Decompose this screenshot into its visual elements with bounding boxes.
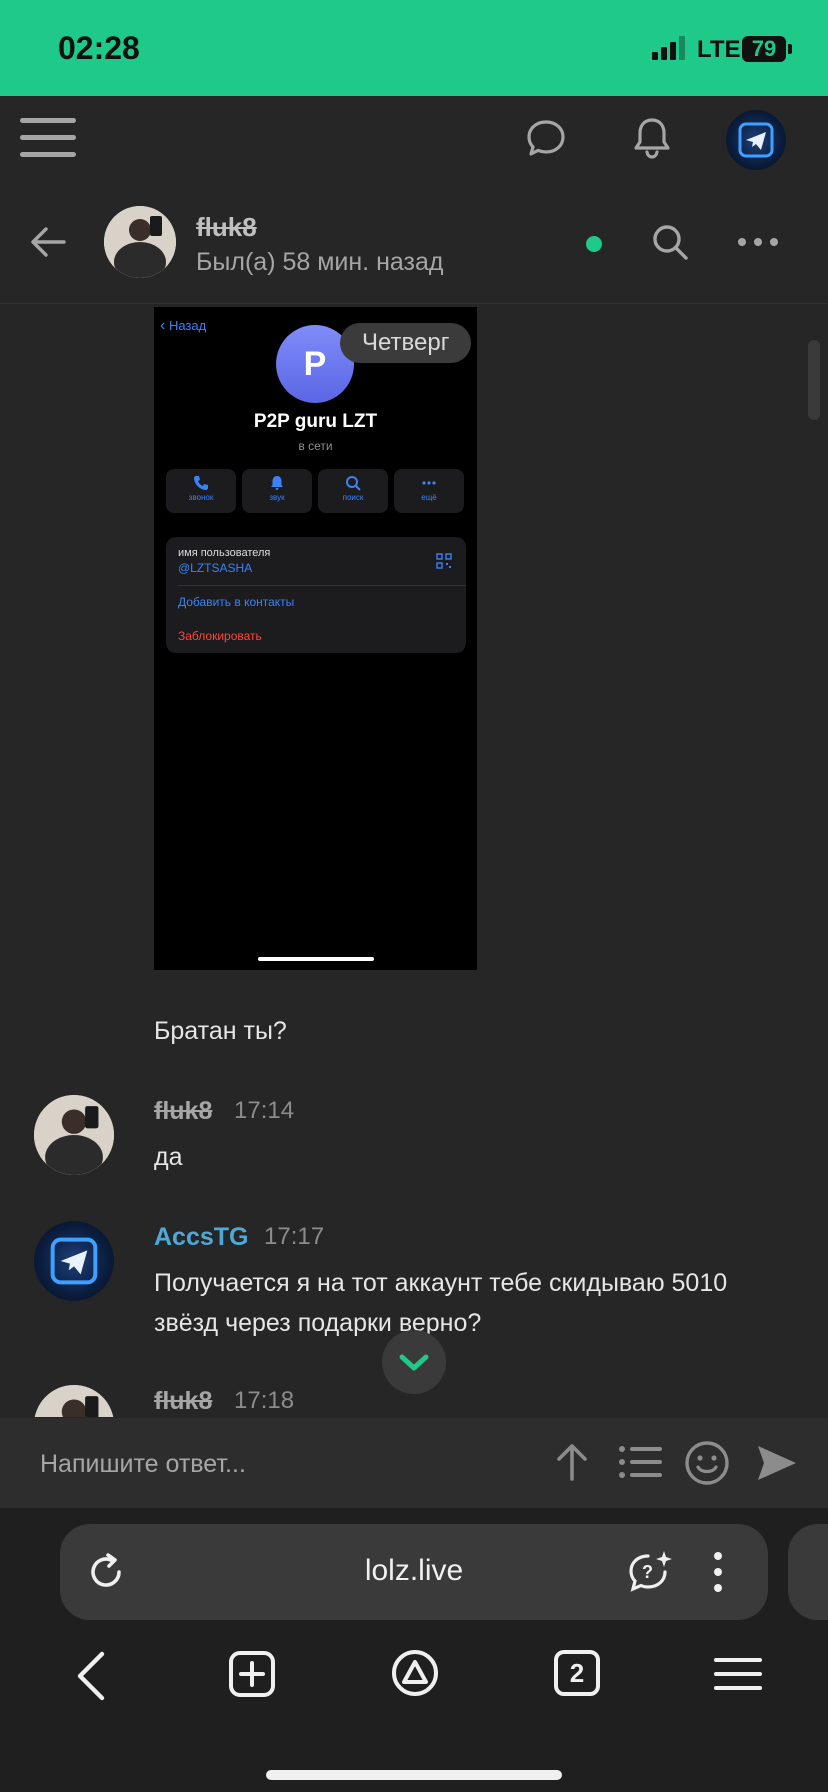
search-icon[interactable] — [650, 222, 690, 262]
peer-name[interactable]: fluk8 — [196, 212, 257, 243]
more-vertical-icon[interactable] — [710, 1550, 726, 1594]
shot-search-button: поиск — [318, 469, 388, 513]
online-indicator — [586, 236, 602, 252]
telegram-logo-icon — [50, 1237, 98, 1285]
phone-icon — [194, 476, 208, 490]
telegram-logo-icon — [738, 122, 774, 158]
signal-icon — [652, 36, 685, 60]
message-time: 17:18 — [234, 1387, 295, 1414]
reply-input[interactable] — [40, 1444, 510, 1484]
message-text: Братан ты? — [154, 1017, 287, 1045]
network-type: LTE — [697, 36, 741, 63]
message-time: 17:17 — [264, 1223, 325, 1250]
list-icon[interactable] — [618, 1444, 662, 1480]
message-author[interactable]: fluk8 — [154, 1097, 212, 1126]
search-icon — [346, 476, 361, 491]
scrollbar[interactable] — [808, 340, 820, 420]
shot-username-label: имя пользователя — [178, 547, 271, 559]
shot-info-card: имя пользователя @LZTSASHA Добавить в ко… — [166, 537, 466, 653]
home-indicator[interactable] — [266, 1770, 562, 1780]
shot-more-button: ещё — [394, 469, 464, 513]
bell-icon — [271, 476, 283, 490]
shot-back-link: ‹ Назад — [160, 317, 207, 334]
shot-card-divider — [178, 585, 466, 586]
battery-nub — [788, 44, 792, 54]
svg-text:?: ? — [642, 1562, 653, 1582]
browser-back-icon[interactable] — [72, 1650, 112, 1702]
message-time: 17:14 — [234, 1097, 295, 1124]
avatar-photo-icon — [34, 1385, 114, 1417]
status-bar: 02:28 LTE 79 — [0, 0, 828, 96]
tabs-counter-button[interactable]: 2 — [554, 1650, 600, 1696]
menu-icon[interactable] — [20, 114, 76, 162]
shot-add-contact: Добавить в контакты — [178, 595, 295, 609]
peer-last-seen: Был(а) 58 мин. назад — [196, 248, 444, 276]
author-avatar[interactable] — [34, 1385, 114, 1417]
shot-username: @LZTSASHA — [178, 561, 253, 575]
new-tab-icon[interactable] — [228, 1650, 276, 1698]
battery-icon: 79 — [742, 36, 786, 62]
attached-screenshot[interactable]: ‹ Назад P P2P guru LZT в сети звонок зву… — [154, 307, 477, 970]
shot-call-button: звонок — [166, 469, 236, 513]
message-composer — [0, 1418, 828, 1508]
more-icon — [422, 481, 436, 485]
day-separator: Четверг — [340, 323, 472, 363]
emoji-icon[interactable] — [684, 1440, 730, 1486]
upload-arrow-icon[interactable] — [552, 1442, 592, 1482]
send-icon[interactable] — [756, 1442, 798, 1484]
message-list[interactable]: ‹ Назад P P2P guru LZT в сети звонок зву… — [0, 305, 828, 1417]
message-text: да — [154, 1143, 183, 1171]
browser-menu-icon[interactable] — [714, 1656, 762, 1692]
app-header — [0, 96, 828, 184]
avatar-photo-icon — [104, 206, 176, 278]
address-bar[interactable]: lolz.live ? — [60, 1524, 768, 1620]
more-options-icon[interactable] — [736, 234, 780, 250]
browser-toolbar: lolz.live ? 2 — [0, 1508, 828, 1792]
peer-avatar[interactable] — [104, 206, 176, 278]
user-avatar[interactable] — [726, 110, 786, 170]
next-tab-peek[interactable] — [788, 1524, 828, 1620]
author-avatar[interactable] — [34, 1221, 114, 1301]
scroll-to-bottom-button[interactable] — [382, 1330, 446, 1394]
status-time: 02:28 — [58, 30, 140, 66]
bell-icon[interactable] — [632, 116, 672, 160]
message-author[interactable]: AccsTG — [154, 1223, 248, 1252]
chat-header: fluk8 Был(а) 58 мин. назад — [0, 184, 828, 304]
chevron-down-icon — [399, 1354, 429, 1371]
shot-block: Заблокировать — [178, 629, 262, 643]
qr-code-icon — [436, 553, 452, 569]
shot-profile-status: в сети — [298, 439, 333, 453]
shot-action-row: звонок звук поиск ещё — [166, 469, 466, 513]
shot-home-indicator — [258, 957, 374, 961]
back-arrow-icon[interactable] — [28, 222, 68, 262]
author-avatar[interactable] — [34, 1095, 114, 1175]
shot-profile-name: P2P guru LZT — [253, 411, 378, 432]
message-text-line-1: Получается я на тот аккаунт тебе скидыва… — [154, 1269, 728, 1297]
alice-assistant-icon[interactable] — [390, 1648, 440, 1698]
ai-assistant-icon[interactable]: ? — [626, 1548, 674, 1596]
message-author[interactable]: fluk8 — [154, 1387, 212, 1416]
conversations-icon[interactable] — [526, 118, 566, 158]
shot-sound-button: звук — [242, 469, 312, 513]
avatar-photo-icon — [34, 1095, 114, 1175]
